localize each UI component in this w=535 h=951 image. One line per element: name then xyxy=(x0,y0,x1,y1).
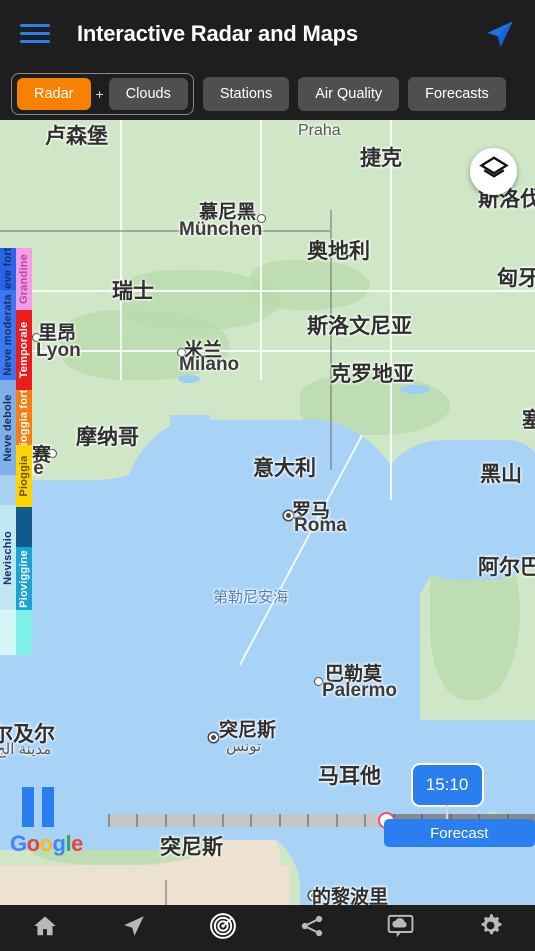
legend-rain-segment: Grandine xyxy=(16,248,32,310)
layer-chip-air-quality[interactable]: Air Quality xyxy=(298,76,400,111)
cloud-message-icon xyxy=(387,913,415,944)
city-marker[interactable] xyxy=(284,511,293,520)
layer-chip-forecasts[interactable]: Forecasts xyxy=(408,76,506,111)
timeline-tick xyxy=(193,814,196,827)
pause-bar-right xyxy=(42,787,54,827)
gear-icon xyxy=(477,912,504,944)
nav-item-settings[interactable] xyxy=(446,912,535,944)
legend-snow-label: Nevischio xyxy=(2,530,14,585)
radar-clouds-combo: Radar + Clouds xyxy=(11,72,194,115)
google-watermark: Google xyxy=(10,831,83,857)
city-marker[interactable] xyxy=(177,348,186,357)
timeline-tick xyxy=(250,814,253,827)
google-letter: e xyxy=(71,831,83,856)
city-marker[interactable] xyxy=(314,677,323,686)
home-icon xyxy=(32,913,58,944)
radar-target-icon xyxy=(209,912,237,945)
share-icon xyxy=(299,913,325,944)
google-letter: g xyxy=(52,831,66,856)
legend-snow-segment xyxy=(0,475,16,505)
bottom-navigation xyxy=(0,905,535,951)
precipitation-legend: Neve forte Neve moderata Neve debole Nevisc… xyxy=(0,248,32,655)
city-marker[interactable] xyxy=(209,733,218,742)
map-canvas[interactable]: 卢森堡Praha捷克慕尼黑München斯洛伐奥地利匈牙利瑞士里昂Lyon米兰M… xyxy=(0,120,535,905)
nav-item-radar[interactable] xyxy=(178,912,267,945)
google-letter: o xyxy=(39,831,53,856)
timeline-tick xyxy=(136,814,139,827)
timeline-time-bubble: 15:10 xyxy=(410,763,484,807)
nav-item-home[interactable] xyxy=(0,913,89,944)
legend-rain-label: Pioggia xyxy=(18,455,30,497)
legend-rain-segment: Pioviggine xyxy=(16,547,32,610)
forecast-badge: Forecast xyxy=(383,819,535,847)
city-marker[interactable] xyxy=(257,214,266,223)
google-letter: G xyxy=(10,831,27,856)
legend-rain-label: Grandine xyxy=(18,254,30,304)
google-letter: o xyxy=(26,831,40,856)
legend-snow-label: Neve debole xyxy=(2,393,14,462)
legend-rain-segment xyxy=(16,610,32,655)
layers-icon xyxy=(478,154,509,189)
layer-toolbar: Radar + Clouds Stations Air Quality Fore… xyxy=(0,67,535,120)
legend-rain-segment: Pioggia forte xyxy=(16,390,32,445)
layers-button[interactable] xyxy=(470,148,517,195)
legend-snow-segment: Neve debole xyxy=(0,380,16,475)
city-marker[interactable] xyxy=(32,333,41,342)
pause-bar-left xyxy=(22,787,34,827)
legend-rain-label: Pioviggine xyxy=(18,549,30,608)
nav-item-share[interactable] xyxy=(268,913,357,944)
legend-rain-segment: Temporale xyxy=(16,310,32,390)
layer-chip-radar[interactable]: Radar xyxy=(17,77,91,110)
timeline-tick xyxy=(335,814,338,827)
nav-item-weather-chat[interactable] xyxy=(357,913,446,944)
combo-plus-separator: + xyxy=(95,85,104,102)
legend-rain-label: Pioggia forte xyxy=(18,390,30,445)
legend-rain-segment: Pioggia xyxy=(16,445,32,507)
legend-snow-segment: Neve moderata xyxy=(0,290,16,380)
timeline-tick xyxy=(364,814,367,827)
page-title: Interactive Radar and Maps xyxy=(77,20,358,46)
hamburger-menu-icon[interactable] xyxy=(20,21,54,47)
timeline-tick xyxy=(164,814,167,827)
timeline-tick xyxy=(108,814,110,827)
app-root: Interactive Radar and Maps Radar + Cloud… xyxy=(0,0,535,951)
layer-chip-clouds[interactable]: Clouds xyxy=(108,77,188,110)
nav-item-locate[interactable] xyxy=(89,913,178,944)
legend-rain-label: Temporale xyxy=(18,321,30,379)
city-marker[interactable] xyxy=(309,891,318,900)
layer-chip-stations[interactable]: Stations xyxy=(202,76,290,111)
legend-snow-label: Neve forte xyxy=(2,248,14,290)
navigation-arrow-icon xyxy=(121,913,147,944)
navigation-arrow-icon[interactable] xyxy=(483,17,517,51)
city-marker[interactable] xyxy=(48,449,57,458)
pause-button[interactable] xyxy=(22,787,58,827)
timeline-tick xyxy=(307,814,310,827)
legend-snow-label: Neve moderata xyxy=(2,294,14,376)
legend-snow-column: Neve forte Neve moderata Neve debole Nevisc… xyxy=(0,248,16,655)
legend-snow-segment xyxy=(0,610,16,655)
timeline-tick xyxy=(278,814,281,827)
legend-snow-segment: Neve forte xyxy=(0,248,16,290)
legend-rain-segment xyxy=(16,507,32,547)
timeline-tick xyxy=(221,814,224,827)
legend-rain-column: Grandine Temporale Pioggia forte Pioggia Pio… xyxy=(16,248,32,655)
app-header: Interactive Radar and Maps xyxy=(0,0,535,67)
legend-snow-segment: Nevischio xyxy=(0,505,16,610)
